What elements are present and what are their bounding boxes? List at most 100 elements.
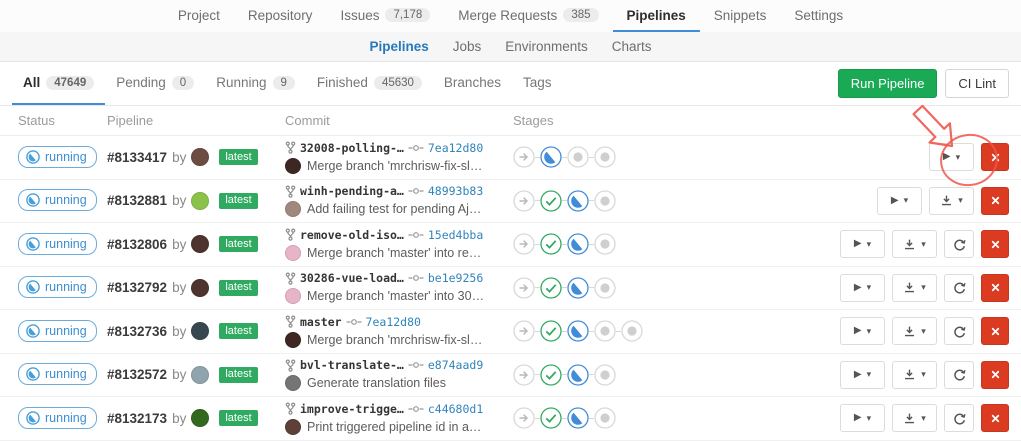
user-avatar[interactable]	[191, 235, 209, 253]
stage-skipped-icon[interactable]	[513, 320, 535, 342]
user-avatar[interactable]	[191, 322, 209, 340]
subnav-item-pipelines[interactable]: Pipelines	[357, 39, 440, 54]
stage-skipped-icon[interactable]	[513, 277, 535, 299]
stage-skipped-icon[interactable]	[513, 364, 535, 386]
nav-item-merge-requests[interactable]: Merge Requests385	[444, 0, 612, 32]
stage-created-icon[interactable]	[594, 190, 616, 212]
cancel-pipeline-button[interactable]	[981, 230, 1009, 258]
stage-skipped-icon[interactable]	[513, 146, 535, 168]
download-artifacts-button[interactable]: ▾	[892, 361, 937, 389]
stage-skipped-icon[interactable]	[513, 407, 535, 429]
stage-created-icon[interactable]	[594, 233, 616, 255]
pipeline-id-link[interactable]: #8132792	[107, 280, 167, 295]
play-pipeline-button[interactable]: ▶▾	[929, 143, 974, 171]
stage-created-icon[interactable]	[621, 320, 643, 342]
download-artifacts-button[interactable]: ▾	[892, 230, 937, 258]
stage-running-icon[interactable]	[567, 320, 589, 342]
stage-created-icon[interactable]	[594, 407, 616, 429]
stage-passed-icon[interactable]	[540, 277, 562, 299]
commit-sha-link[interactable]: e874aad9	[428, 358, 483, 372]
nav-item-settings[interactable]: Settings	[780, 0, 857, 32]
branch-link[interactable]: master	[300, 315, 342, 329]
branch-link[interactable]: winh-pending-a…	[300, 184, 404, 198]
retry-pipeline-button[interactable]	[944, 230, 974, 258]
cancel-pipeline-button[interactable]	[981, 317, 1009, 345]
commit-author-avatar[interactable]	[285, 419, 301, 435]
retry-pipeline-button[interactable]	[944, 317, 974, 345]
pipeline-id-link[interactable]: #8133417	[107, 150, 167, 165]
stage-created-icon[interactable]	[594, 277, 616, 299]
play-pipeline-button[interactable]: ▶▾	[840, 317, 885, 345]
tab-finished[interactable]: Finished45630	[306, 62, 433, 105]
user-avatar[interactable]	[191, 279, 209, 297]
stage-passed-icon[interactable]	[540, 364, 562, 386]
stage-running-icon[interactable]	[567, 407, 589, 429]
branch-link[interactable]: bvl-translate-…	[300, 358, 404, 372]
download-artifacts-button[interactable]: ▾	[892, 317, 937, 345]
nav-item-project[interactable]: Project	[164, 0, 234, 32]
stage-created-icon[interactable]	[567, 146, 589, 168]
tab-pending[interactable]: Pending0	[105, 62, 205, 105]
user-avatar[interactable]	[191, 148, 209, 166]
subnav-item-environments[interactable]: Environments	[493, 39, 600, 54]
stage-created-icon[interactable]	[594, 364, 616, 386]
stage-passed-icon[interactable]	[540, 190, 562, 212]
commit-sha-link[interactable]: 7ea12d80	[366, 315, 421, 329]
download-artifacts-button[interactable]: ▾	[892, 274, 937, 302]
stage-passed-icon[interactable]	[540, 407, 562, 429]
tab-all[interactable]: All47649	[12, 62, 105, 105]
retry-pipeline-button[interactable]	[944, 404, 974, 432]
status-badge[interactable]: running	[18, 146, 97, 168]
pipeline-id-link[interactable]: #8132736	[107, 324, 167, 339]
status-badge[interactable]: running	[18, 320, 97, 342]
branch-link[interactable]: remove-old-iso…	[300, 228, 404, 242]
play-pipeline-button[interactable]: ▶▾	[840, 361, 885, 389]
status-badge[interactable]: running	[18, 189, 97, 211]
commit-author-avatar[interactable]	[285, 201, 301, 217]
nav-item-issues[interactable]: Issues7,178	[326, 0, 444, 32]
retry-pipeline-button[interactable]	[944, 274, 974, 302]
stage-created-icon[interactable]	[594, 146, 616, 168]
stage-running-icon[interactable]	[567, 364, 589, 386]
pipeline-id-link[interactable]: #8132173	[107, 411, 167, 426]
tab-branches[interactable]: Branches	[433, 62, 512, 105]
pipeline-id-link[interactable]: #8132572	[107, 367, 167, 382]
commit-author-avatar[interactable]	[285, 158, 301, 174]
commit-sha-link[interactable]: be1e9256	[428, 271, 483, 285]
retry-pipeline-button[interactable]	[944, 361, 974, 389]
commit-sha-link[interactable]: c44680d1	[428, 402, 483, 416]
stage-running-icon[interactable]	[567, 277, 589, 299]
user-avatar[interactable]	[191, 409, 209, 427]
stage-passed-icon[interactable]	[540, 233, 562, 255]
pipeline-id-link[interactable]: #8132881	[107, 193, 167, 208]
play-pipeline-button[interactable]: ▶▾	[840, 230, 885, 258]
cancel-pipeline-button[interactable]	[981, 274, 1009, 302]
stage-skipped-icon[interactable]	[513, 190, 535, 212]
commit-author-avatar[interactable]	[285, 332, 301, 348]
status-badge[interactable]: running	[18, 407, 97, 429]
pipeline-id-link[interactable]: #8132806	[107, 237, 167, 252]
branch-link[interactable]: improve-trigge…	[300, 402, 404, 416]
stage-running-icon[interactable]	[567, 190, 589, 212]
nav-item-repository[interactable]: Repository	[234, 0, 327, 32]
user-avatar[interactable]	[191, 192, 209, 210]
cancel-pipeline-button[interactable]	[981, 361, 1009, 389]
run-pipeline-button[interactable]: Run Pipeline	[838, 69, 938, 98]
commit-sha-link[interactable]: 48993b83	[428, 184, 483, 198]
commit-sha-link[interactable]: 7ea12d80	[428, 141, 483, 155]
commit-sha-link[interactable]: 15ed4bba	[428, 228, 483, 242]
ci-lint-button[interactable]: CI Lint	[945, 69, 1009, 98]
status-badge[interactable]: running	[18, 233, 97, 255]
stage-running-icon[interactable]	[540, 146, 562, 168]
stage-running-icon[interactable]	[567, 233, 589, 255]
stage-passed-icon[interactable]	[540, 320, 562, 342]
user-avatar[interactable]	[191, 366, 209, 384]
play-pipeline-button[interactable]: ▶▾	[840, 404, 885, 432]
play-pipeline-button[interactable]: ▶▾	[840, 274, 885, 302]
commit-author-avatar[interactable]	[285, 288, 301, 304]
nav-item-pipelines[interactable]: Pipelines	[613, 0, 700, 32]
subnav-item-jobs[interactable]: Jobs	[441, 39, 494, 54]
nav-item-snippets[interactable]: Snippets	[700, 0, 781, 32]
tab-running[interactable]: Running9	[205, 62, 306, 105]
stage-skipped-icon[interactable]	[513, 233, 535, 255]
